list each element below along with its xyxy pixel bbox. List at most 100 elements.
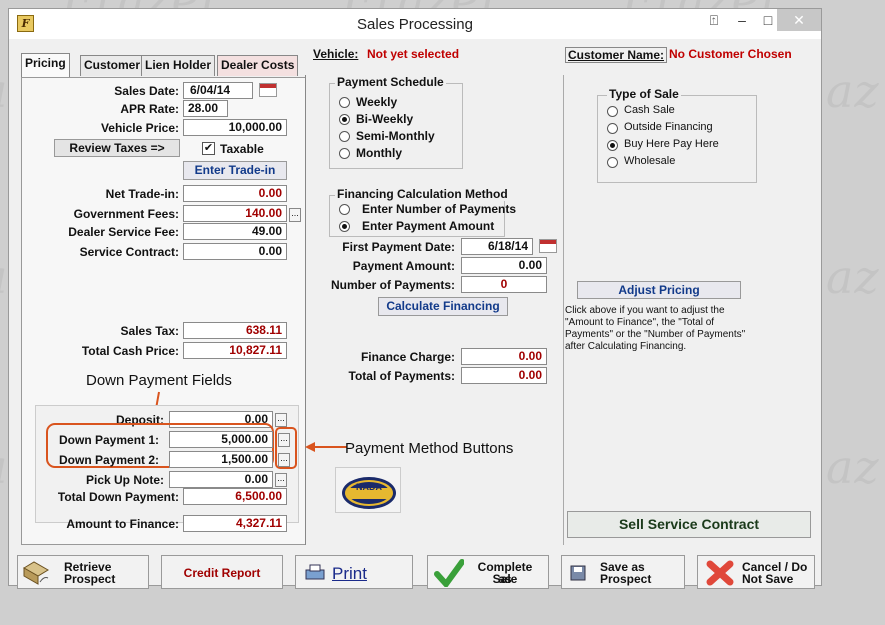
type-of-sale-title: Type of Sale xyxy=(607,87,681,101)
finance-charge-label: Finance Charge: xyxy=(360,350,455,364)
pick-up-note-field[interactable]: 0.00 xyxy=(169,471,273,488)
down-payment-1-method-button[interactable]: ... xyxy=(278,433,290,447)
number-of-payments-field[interactable]: 0 xyxy=(461,276,547,293)
retrieve-prospect-button[interactable]: Retrieve Prospect xyxy=(17,555,149,589)
save-as-prospect-button[interactable]: Save as Prospect xyxy=(561,555,685,589)
radio-enter-payment-amount[interactable] xyxy=(339,221,350,232)
radio-outside-financing[interactable] xyxy=(607,123,618,134)
radio-weekly-label: Weekly xyxy=(356,95,398,109)
finance-charge-field: 0.00 xyxy=(461,348,547,365)
adjust-pricing-button[interactable]: Adjust Pricing xyxy=(577,281,741,299)
government-fees-field[interactable]: 140.00 xyxy=(183,205,287,222)
tab-label: Pricing xyxy=(25,56,66,70)
apr-rate-field[interactable]: 28.00 xyxy=(183,100,228,117)
radio-bi-weekly[interactable] xyxy=(339,114,350,125)
cancel-x-icon xyxy=(706,560,734,586)
restore-icon[interactable]: ⍐ xyxy=(699,9,729,31)
sell-service-contract-button[interactable]: Sell Service Contract xyxy=(567,511,811,538)
help-line: Click above if you want to adjust the xyxy=(565,305,725,316)
watermark-text: az xyxy=(826,440,880,494)
down-payment-1-label: Down Payment 1: xyxy=(59,433,160,447)
first-payment-date-field[interactable]: 6/18/14 xyxy=(461,238,533,255)
down-payment-2-method-button[interactable]: ... xyxy=(278,453,290,467)
close-button[interactable]: ✕ xyxy=(777,9,821,31)
customer-name-button[interactable]: Customer Name: xyxy=(565,47,668,63)
review-taxes-button[interactable]: Review Taxes => xyxy=(54,139,180,157)
vehicle-label: Vehicle: xyxy=(313,47,359,61)
radio-monthly[interactable] xyxy=(339,148,350,159)
cancel-do-not-save-button[interactable]: Cancel / Do Not Save xyxy=(697,555,815,589)
radio-semi-monthly-label: Semi-Monthly xyxy=(356,129,435,143)
print-label: Print xyxy=(332,564,367,583)
dealer-service-fee-label: Dealer Service Fee: xyxy=(68,225,179,239)
tab-label: Lien Holder xyxy=(145,58,212,72)
radio-weekly[interactable] xyxy=(339,97,350,108)
complete-as-sale-button[interactable]: Complete as Sale xyxy=(427,555,549,589)
radio-enter-payment-amount-label: Enter Payment Amount xyxy=(362,219,495,233)
vehicle-value: Not yet selected xyxy=(367,47,460,61)
sales-processing-window: F Sales Processing ⍐ – □ ✕ Pricing Custo… xyxy=(8,8,822,589)
tab-dealer-costs[interactable]: Dealer Costs xyxy=(217,55,299,76)
tab-label: Dealer Costs xyxy=(221,58,295,72)
radio-enter-number-of-payments[interactable] xyxy=(339,204,350,215)
taxable-checkbox[interactable]: ✔ xyxy=(202,142,215,155)
save-as-prospect-label-2: Prospect xyxy=(600,572,652,586)
sales-date-field[interactable]: 6/04/14 xyxy=(183,82,253,99)
retrieve-prospect-label-2: Prospect xyxy=(64,572,116,586)
help-line: "Amount to Finance", the "Total of xyxy=(565,317,715,328)
folder-hand-icon xyxy=(23,561,49,585)
help-line: Payments" or the "Number of Payments" xyxy=(565,329,746,340)
help-line: after Calculating Financing. xyxy=(565,341,687,352)
net-trade-in-field[interactable]: 0.00 xyxy=(183,185,287,202)
radio-bi-weekly-label: Bi-Weekly xyxy=(356,112,414,126)
calculate-financing-button[interactable]: Calculate Financing xyxy=(378,297,508,316)
deposit-payment-method-button[interactable]: ... xyxy=(275,413,287,427)
enter-trade-in-button[interactable]: Enter Trade-in xyxy=(183,161,287,180)
radio-cash-sale-label: Cash Sale xyxy=(624,104,675,116)
tab-lien-holder[interactable]: Lien Holder xyxy=(141,55,216,76)
sales-tax-label: Sales Tax: xyxy=(120,324,179,338)
credit-report-label: Credit Report xyxy=(183,566,261,580)
total-of-payments-field: 0.00 xyxy=(461,367,547,384)
total-down-payment-label: Total Down Payment: xyxy=(57,490,179,504)
vehicle-price-label: Vehicle Price: xyxy=(100,121,179,135)
print-button[interactable]: Print xyxy=(295,555,413,589)
pick-up-note-label: Pick Up Note: xyxy=(85,473,164,487)
annotation-down-payment-fields: Down Payment Fields xyxy=(86,372,232,389)
taxable-label: Taxable xyxy=(220,142,264,156)
tab-customer[interactable]: Customer xyxy=(80,55,145,76)
down-payment-2-field[interactable]: 1,500.00 xyxy=(169,451,273,468)
total-down-payment-field: 6,500.00 xyxy=(183,488,287,505)
adjust-pricing-help: Click above if you want to adjust the "A… xyxy=(565,305,805,353)
service-contract-label: Service Contract: xyxy=(79,245,179,259)
radio-wholesale[interactable] xyxy=(607,157,618,168)
down-payment-1-field[interactable]: 5,000.00 xyxy=(169,431,273,448)
nada-text: NADA xyxy=(356,482,382,492)
vehicle-price-field[interactable]: 10,000.00 xyxy=(183,119,287,136)
government-fees-label: Government Fees: xyxy=(73,207,179,221)
payment-amount-label: Payment Amount: xyxy=(352,259,455,273)
sales-tax-field[interactable]: 638.11 xyxy=(183,322,287,339)
first-payment-date-label: First Payment Date: xyxy=(342,240,455,254)
net-trade-in-label: Net Trade-in: xyxy=(105,187,179,201)
radio-buy-here-pay-here[interactable] xyxy=(607,140,618,151)
customer-name-value: No Customer Chosen xyxy=(669,47,792,61)
radio-semi-monthly[interactable] xyxy=(339,131,350,142)
dealer-service-fee-field[interactable]: 49.00 xyxy=(183,223,287,240)
service-contract-field[interactable]: 0.00 xyxy=(183,243,287,260)
tab-label: Customer xyxy=(84,58,141,72)
radio-cash-sale[interactable] xyxy=(607,106,618,117)
checkmark-icon xyxy=(434,559,464,587)
credit-report-button[interactable]: Credit Report xyxy=(161,555,283,589)
tab-pricing[interactable]: Pricing xyxy=(21,53,70,77)
nada-guides-button[interactable]: NADA xyxy=(335,467,401,513)
pick-up-note-more-button[interactable]: ... xyxy=(275,473,287,487)
financing-method-title: Financing Calculation Method xyxy=(335,187,510,201)
sales-date-label: Sales Date: xyxy=(114,84,179,98)
payment-amount-field[interactable]: 0.00 xyxy=(461,257,547,274)
calendar-icon[interactable] xyxy=(539,239,557,253)
calendar-icon[interactable] xyxy=(259,83,277,97)
government-fees-more-button[interactable]: ... xyxy=(289,208,301,222)
title-bar: F Sales Processing ⍐ – □ ✕ xyxy=(9,9,821,39)
radio-wholesale-label: Wholesale xyxy=(624,155,676,167)
